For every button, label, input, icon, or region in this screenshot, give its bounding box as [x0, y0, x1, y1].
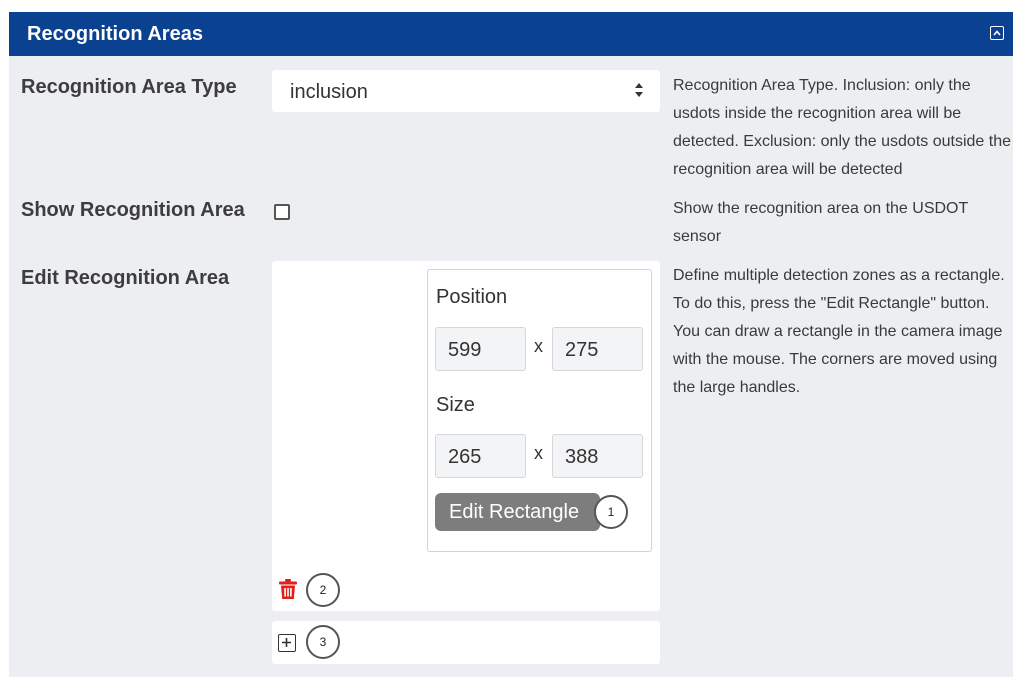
add-area-row: 3 — [272, 621, 660, 664]
plus-square-icon[interactable] — [278, 634, 296, 652]
show-recognition-area-help: Show the recognition area on the USDOT s… — [673, 200, 968, 245]
position-x-input[interactable]: 599 — [435, 327, 526, 371]
panel-header: Recognition Areas — [9, 12, 1013, 56]
recognition-areas-panel: Recognition Areas Recognition Area Type … — [9, 12, 1013, 677]
edit-rectangle-button[interactable]: Edit Rectangle — [435, 493, 600, 531]
callout-badge-3: 3 — [306, 625, 340, 659]
recognition-area-type-help: Recognition Area Type. Inclusion: only t… — [673, 77, 1011, 178]
recognition-area-type-select[interactable]: inclusion — [272, 70, 660, 112]
position-separator: x — [534, 336, 543, 356]
size-width-input[interactable]: 265 — [435, 434, 526, 478]
show-recognition-area-checkbox[interactable] — [274, 204, 290, 220]
position-y-input[interactable]: 275 — [552, 327, 643, 371]
rectangle-card: Position 599 x 275 Size 265 x 388 Edit R… — [427, 269, 652, 552]
edit-area-card: Position 599 x 275 Size 265 x 388 Edit R… — [272, 261, 660, 611]
size-height-input[interactable]: 388 — [552, 434, 643, 478]
panel-title: Recognition Areas — [27, 23, 203, 45]
show-recognition-area-label: Show Recognition Area — [21, 199, 245, 221]
recognition-area-type-label: Recognition Area Type — [21, 76, 237, 98]
size-label: Size — [436, 394, 475, 416]
select-arrows-icon — [635, 83, 643, 97]
edit-recognition-area-label: Edit Recognition Area — [21, 267, 230, 289]
position-label: Position — [436, 286, 508, 308]
edit-recognition-area-help: Define multiple detection zones as a rec… — [673, 267, 1005, 396]
callout-badge-1: 1 — [594, 495, 628, 529]
size-separator: x — [534, 443, 543, 463]
select-value: inclusion — [290, 81, 368, 103]
trash-icon[interactable] — [278, 578, 298, 600]
callout-badge-2: 2 — [306, 573, 340, 607]
collapse-up-icon[interactable] — [990, 26, 1004, 40]
